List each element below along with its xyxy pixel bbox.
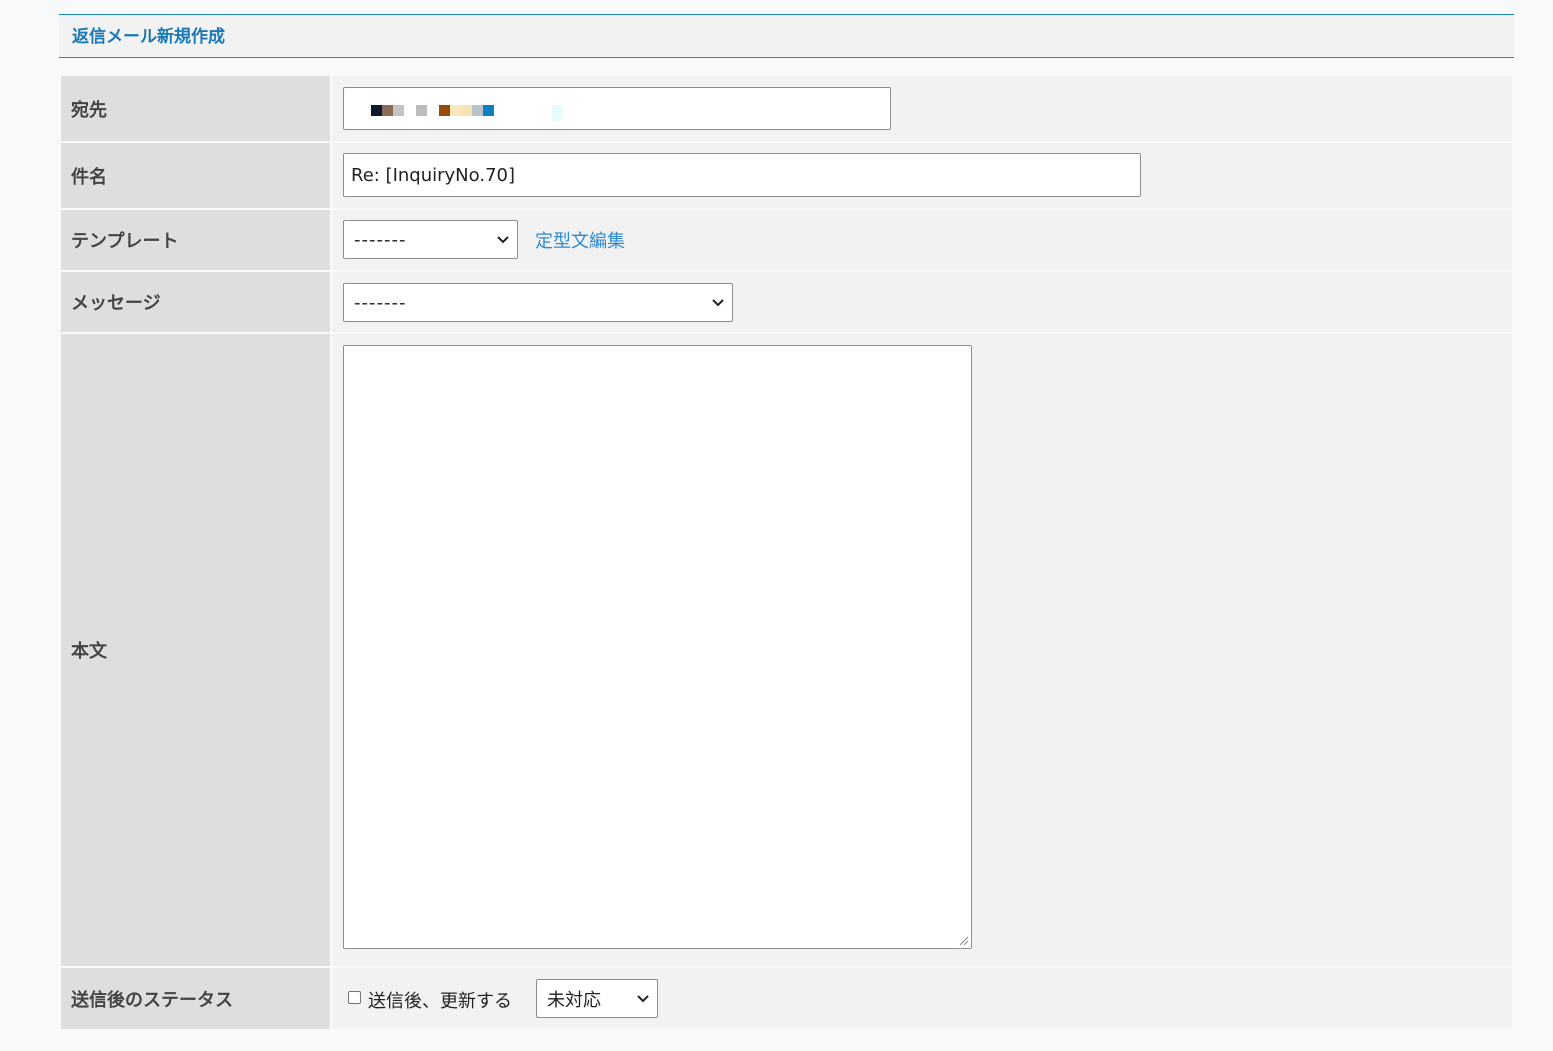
update-after-send-checkbox[interactable] (348, 991, 361, 1004)
status-after-send-row: 送信後のステータス 送信後、更新する 未対応 (61, 968, 1512, 1029)
message-select[interactable]: ------- (343, 283, 733, 322)
subject-label: 件名 (71, 166, 107, 188)
panel-header: 返信メール新規作成 (59, 14, 1514, 58)
chevron-down-icon (637, 994, 649, 1002)
body-textarea[interactable] (343, 345, 972, 949)
resize-handle-icon[interactable] (957, 934, 969, 946)
template-value-cell: ------- 定型文編集 (332, 210, 1512, 270)
message-selected-value: ------- (354, 292, 407, 313)
template-row: テンプレート ------- 定型文編集 (61, 210, 1512, 270)
status-value-cell: 送信後、更新する 未対応 (332, 968, 1512, 1029)
page-title: 返信メール新規作成 (72, 27, 225, 47)
status-select[interactable]: 未対応 (536, 979, 658, 1018)
subject-row: 件名 (61, 143, 1512, 208)
message-row: メッセージ ------- (61, 272, 1512, 332)
template-selected-value: ------- (354, 229, 407, 250)
status-after-send-label: 送信後のステータス (71, 989, 233, 1011)
recipient-input[interactable] (343, 87, 891, 130)
body-row: 本文 (61, 334, 1512, 966)
status-selected-value: 未対応 (547, 989, 601, 1011)
body-label: 本文 (71, 641, 107, 662)
subject-label-cell: 件名 (61, 143, 330, 208)
template-label: テンプレート (71, 231, 179, 252)
message-value-cell: ------- (332, 272, 1512, 332)
message-label: メッセージ (71, 293, 161, 314)
recipient-value-cell (332, 76, 1512, 141)
recipient-label-cell: 宛先 (61, 76, 330, 141)
recipient-label: 宛先 (71, 99, 107, 121)
chevron-down-icon (497, 235, 509, 243)
subject-value-cell (332, 143, 1512, 208)
status-label-cell: 送信後のステータス (61, 968, 330, 1029)
template-label-cell: テンプレート (61, 210, 330, 270)
message-label-cell: メッセージ (61, 272, 330, 332)
subject-input[interactable] (343, 153, 1141, 197)
body-value-cell (332, 334, 1512, 966)
recipient-row: 宛先 (61, 76, 1512, 141)
body-label-cell: 本文 (61, 334, 330, 966)
template-select[interactable]: ------- (343, 220, 518, 259)
chevron-down-icon (712, 298, 724, 306)
update-after-send-label[interactable]: 送信後、更新する (368, 987, 512, 1013)
edit-template-link[interactable]: 定型文編集 (535, 227, 625, 253)
